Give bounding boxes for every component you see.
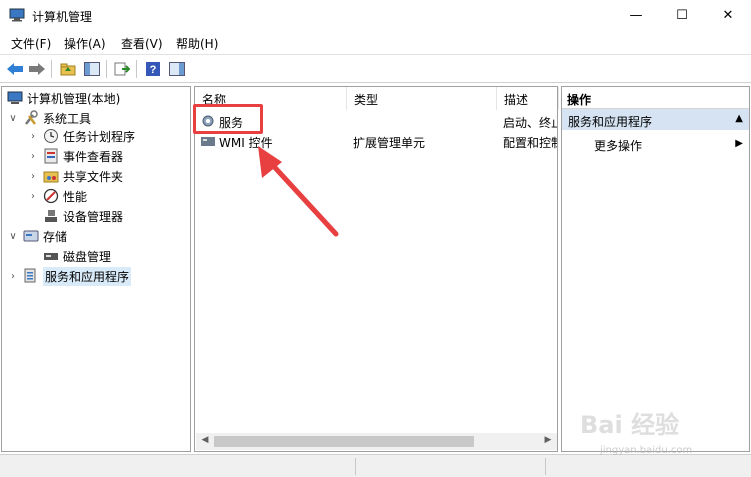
menu-action[interactable]: 操作(A): [64, 35, 106, 52]
watermark-logo: Bai 经验: [580, 411, 680, 439]
tree-item-label: 共享文件夹: [63, 169, 124, 184]
chevron-right-icon[interactable]: ›: [27, 151, 39, 162]
column-header-type[interactable]: 类型: [347, 87, 497, 110]
actions-header: 操作: [562, 87, 749, 109]
chevron-right-icon[interactable]: ›: [7, 271, 19, 282]
menu-file[interactable]: 文件(F): [11, 35, 51, 52]
tree-item-device-manager[interactable]: 设备管理器: [39, 206, 123, 226]
cell-description: 配置和控制: [503, 136, 557, 150]
tools-icon: [25, 110, 38, 125]
scroll-right-icon[interactable]: ▶: [541, 435, 555, 448]
chevron-right-icon[interactable]: ›: [27, 191, 39, 202]
computer-management-icon: [7, 91, 23, 104]
menu-help[interactable]: 帮助(H): [176, 35, 218, 52]
more-actions-item[interactable]: 更多操作: [594, 137, 642, 154]
more-actions-label: 更多操作: [594, 139, 643, 153]
menu-view[interactable]: 查看(V): [121, 35, 163, 52]
collapse-up-icon[interactable]: ▲: [735, 113, 743, 124]
window-title: 计算机管理: [32, 10, 93, 24]
tree-item-storage[interactable]: ∨ 存储: [7, 226, 67, 246]
computer-management-icon: [9, 8, 25, 22]
back-icon[interactable]: [5, 60, 25, 78]
tree-item-event-viewer[interactable]: › 事件查看器: [27, 146, 123, 166]
toolbar-separator: [51, 60, 52, 78]
list-row-wmi[interactable]: WMI 控件 扩展管理单元 配置和控制: [195, 131, 557, 151]
clock-icon: [44, 129, 58, 143]
tree-item-label: 磁盘管理: [63, 249, 112, 264]
tree-item-shared-folders[interactable]: › 共享文件夹: [27, 166, 123, 186]
chevron-right-icon[interactable]: ›: [27, 171, 39, 182]
chevron-right-icon[interactable]: ›: [27, 131, 39, 142]
device-manager-icon: [45, 210, 57, 222]
wmi-control-icon: [201, 137, 215, 146]
tree-item-task-scheduler[interactable]: › 任务计划程序: [27, 126, 135, 146]
cell-name: WMI 控件: [219, 136, 273, 150]
annotation-highlight-box: [193, 104, 263, 134]
close-button[interactable]: ✕: [705, 0, 751, 31]
horizontal-scrollbar[interactable]: ◀ ▶: [196, 433, 557, 450]
show-hide-tree-icon[interactable]: [82, 60, 102, 78]
tree-item-label: 服务和应用程序: [43, 266, 132, 286]
tree-item-label: 事件查看器: [63, 149, 124, 164]
shared-folder-icon: [43, 171, 59, 183]
event-viewer-icon: [44, 148, 58, 164]
forward-icon[interactable]: [27, 60, 47, 78]
show-action-pane-icon[interactable]: [167, 60, 187, 78]
tree-item-label: 计算机管理(本地): [27, 91, 121, 106]
tree-item-disk-management[interactable]: 磁盘管理: [39, 246, 111, 266]
tree-item-performance[interactable]: › 性能: [27, 186, 87, 206]
tree-item-root[interactable]: 计算机管理(本地): [5, 88, 120, 108]
tree-item-label: 性能: [63, 189, 88, 204]
help-icon[interactable]: ?: [143, 60, 163, 78]
title-bar: 计算机管理 — ☐ ✕: [0, 0, 751, 31]
storage-icon: [23, 230, 39, 242]
chevron-down-icon[interactable]: ∨: [7, 231, 19, 242]
status-separator: [355, 458, 356, 475]
actions-pane: 操作 服务和应用程序 ▲ 更多操作 ▶: [561, 86, 750, 452]
services-apps-icon: [24, 268, 36, 283]
tree-item-label: 任务计划程序: [63, 129, 136, 144]
maximize-button[interactable]: ☐: [659, 0, 705, 31]
tree-item-label: 存储: [43, 229, 68, 244]
watermark-url: jingyan.baidu.com: [600, 445, 693, 456]
actions-section-label: 服务和应用程序: [568, 115, 653, 129]
tree-item-system-tools[interactable]: ∨ 系统工具: [7, 108, 91, 128]
disk-icon: [44, 253, 58, 260]
up-folder-icon[interactable]: [58, 60, 78, 78]
content-list: 名称 类型 描述 服务 启动、终止 WMI 控件 扩展管理单元 配置和控制 ◀ …: [194, 86, 559, 452]
cell-description: 启动、终止: [503, 116, 557, 130]
column-header-description[interactable]: 描述: [497, 87, 559, 110]
toolbar-separator: [106, 60, 107, 78]
tree-item-services-and-apps[interactable]: › 服务和应用程序: [7, 266, 132, 286]
navigation-tree: 计算机管理(本地) ∨ 系统工具 › 任务计划程序 › 事件查看器 › 共享文件…: [1, 86, 191, 452]
toolbar: ?: [0, 54, 751, 83]
scroll-left-icon[interactable]: ◀: [198, 435, 212, 448]
menu-bar: 文件(F) 操作(A) 查看(V) 帮助(H): [0, 31, 751, 53]
tree-item-label: 设备管理器: [63, 209, 124, 224]
svg-text:?: ?: [150, 64, 157, 76]
export-list-icon[interactable]: [112, 60, 132, 78]
chevron-down-icon[interactable]: ∨: [7, 113, 19, 124]
status-bar: [0, 454, 751, 477]
performance-icon: [43, 188, 59, 204]
status-separator: [545, 458, 546, 475]
cell-type: 扩展管理单元: [353, 136, 426, 150]
submenu-arrow-icon[interactable]: ▶: [735, 138, 743, 149]
actions-section-services-apps[interactable]: 服务和应用程序 ▲: [562, 109, 749, 130]
toolbar-separator: [136, 60, 137, 78]
minimize-button[interactable]: —: [613, 0, 659, 31]
tree-item-label: 系统工具: [43, 111, 92, 126]
scrollbar-thumb[interactable]: [214, 436, 474, 447]
